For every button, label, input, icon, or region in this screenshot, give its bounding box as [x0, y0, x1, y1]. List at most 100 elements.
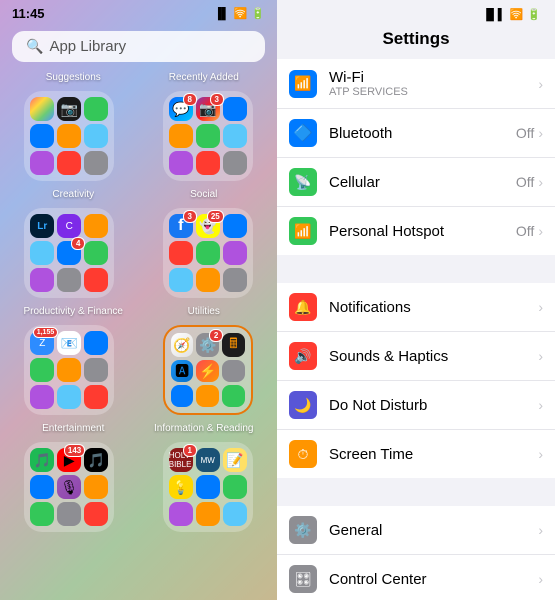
lightroom-icon[interactable]: Lr	[30, 214, 54, 238]
suggestions-folder[interactable]: 📷	[12, 91, 127, 181]
entertainment-grid: 🎵 ▶ 143 🎵 🎙	[24, 442, 114, 532]
fourth-folder-row: 🎵 ▶ 143 🎵 🎙 HOLY BIBLE 1 MW 📝 💡	[0, 442, 277, 532]
ent-app5[interactable]	[84, 502, 108, 526]
notifications-item[interactable]: 🔔 Notifications ›	[277, 283, 555, 332]
camera-icon[interactable]: 📷	[57, 97, 81, 121]
app1-icon[interactable]	[84, 97, 108, 121]
wifi-icon-bg: 📶	[289, 70, 317, 98]
app7-icon[interactable]	[84, 151, 108, 175]
sounds-item[interactable]: 🔊 Sounds & Haptics ›	[277, 332, 555, 381]
app5-icon[interactable]	[30, 151, 54, 175]
hotspot-item[interactable]: 📶 Personal Hotspot Off ›	[277, 207, 555, 255]
social-folder[interactable]: f 3 👻 25	[150, 208, 265, 298]
canva-icon[interactable]: C	[57, 214, 81, 238]
app-library-search[interactable]: 🔍 App Library	[12, 31, 265, 62]
ent-app4[interactable]	[57, 502, 81, 526]
recent-app2[interactable]	[169, 124, 193, 148]
info-app5[interactable]	[223, 502, 247, 526]
recent-app4[interactable]	[223, 124, 247, 148]
dnd-item[interactable]: 🌙 Do Not Disturb ›	[277, 381, 555, 430]
social-app3[interactable]	[196, 241, 220, 265]
prod-app7[interactable]	[84, 385, 108, 409]
ent-app1[interactable]	[30, 475, 54, 499]
youtube-icon[interactable]: ▶ 143	[57, 448, 81, 472]
info-app3[interactable]	[169, 502, 193, 526]
recently-added-folder[interactable]: 💬 8 📷 3	[150, 91, 265, 181]
social-app6[interactable]	[196, 268, 220, 292]
app2-icon[interactable]	[30, 124, 54, 148]
utilities-folder[interactable]: 🧭 ⚙️ 2 🖩 🅰 ⚡	[150, 325, 265, 415]
ent-app3[interactable]	[30, 502, 54, 526]
prod-app2[interactable]	[30, 358, 54, 382]
prod-app1[interactable]	[84, 331, 108, 355]
creative-app7[interactable]	[84, 268, 108, 292]
info-app4[interactable]	[196, 502, 220, 526]
prod-app3[interactable]	[57, 358, 81, 382]
ent-app2[interactable]	[84, 475, 108, 499]
creative-app4[interactable]	[84, 241, 108, 265]
third-folder-row: Z 1,155 📧 🧭 ⚙️ 2 🖩 🅰 ⚡	[0, 325, 277, 415]
spotify-icon[interactable]: 🎵	[30, 448, 54, 472]
search-icon: 🔍	[26, 38, 43, 55]
appstore-icon[interactable]: 🅰	[171, 360, 194, 382]
social-app4[interactable]	[223, 241, 247, 265]
creative-app3[interactable]: 4	[57, 241, 81, 265]
zoom-icon[interactable]: Z 1,155	[30, 331, 54, 355]
lamp-icon[interactable]: 💡	[169, 475, 193, 499]
messenger-icon[interactable]: 💬 8	[169, 97, 193, 121]
creative-app5[interactable]	[30, 268, 54, 292]
util-app4[interactable]	[222, 385, 245, 407]
bluetooth-item[interactable]: 🔷 Bluetooth Off ›	[277, 109, 555, 158]
social-app1[interactable]	[223, 214, 247, 238]
creative-app6[interactable]	[57, 268, 81, 292]
snap-badge: 25	[207, 210, 224, 223]
wifi-label: Wi-Fi	[329, 69, 538, 86]
prod-app6[interactable]	[57, 385, 81, 409]
gmail-icon[interactable]: 📧	[57, 331, 81, 355]
photos-icon[interactable]	[30, 97, 54, 121]
safari-icon[interactable]: 🧭	[171, 333, 194, 357]
util-app1[interactable]	[222, 360, 245, 382]
cellular-item[interactable]: 📡 Cellular Off ›	[277, 158, 555, 207]
wifi-item[interactable]: 📶 Wi-Fi ATP SERVICES ›	[277, 59, 555, 109]
calculator-icon[interactable]: 🖩	[222, 333, 245, 357]
info-app1[interactable]	[196, 475, 220, 499]
settings-app-icon[interactable]: ⚙️ 2	[196, 333, 219, 357]
notes-icon[interactable]: 📝	[223, 448, 247, 472]
info-reading-folder[interactable]: HOLY BIBLE 1 MW 📝 💡	[150, 442, 265, 532]
merriam-icon[interactable]: MW	[196, 448, 220, 472]
prod-app5[interactable]	[30, 385, 54, 409]
snapchat-icon[interactable]: 👻 25	[196, 214, 220, 238]
tiktok-icon[interactable]: 🎵	[84, 448, 108, 472]
info-app2[interactable]	[223, 475, 247, 499]
creativity-folder[interactable]: Lr C 4	[12, 208, 127, 298]
util-app2[interactable]	[171, 385, 194, 407]
creative-app2[interactable]	[30, 241, 54, 265]
app4-icon[interactable]	[84, 124, 108, 148]
util-app3[interactable]	[196, 385, 219, 407]
app6-icon[interactable]	[57, 151, 81, 175]
facebook-icon[interactable]: f 3	[169, 214, 193, 238]
screentime-item[interactable]: ⏱ Screen Time ›	[277, 430, 555, 478]
control-center-item[interactable]: 🎛 Control Center ›	[277, 555, 555, 600]
bible-icon[interactable]: HOLY BIBLE 1	[169, 448, 193, 472]
shortcuts-icon[interactable]: ⚡	[196, 360, 219, 382]
podcasts-icon[interactable]: 🎙	[57, 475, 81, 499]
instagram-icon[interactable]: 📷 3	[196, 97, 220, 121]
social-app2[interactable]	[169, 241, 193, 265]
social-app5[interactable]	[169, 268, 193, 292]
recently-added-label: Recently Added	[146, 72, 261, 83]
recent-app6[interactable]	[196, 151, 220, 175]
recent-app7[interactable]	[223, 151, 247, 175]
entertainment-folder[interactable]: 🎵 ▶ 143 🎵 🎙	[12, 442, 127, 532]
productivity-folder[interactable]: Z 1,155 📧	[12, 325, 127, 415]
social-app7[interactable]	[223, 268, 247, 292]
creative-app1[interactable]	[84, 214, 108, 238]
prod-app4[interactable]	[84, 358, 108, 382]
recent-app5[interactable]	[169, 151, 193, 175]
top-folder-row: 📷 💬 8 📷 3	[0, 91, 277, 181]
app3-icon[interactable]	[57, 124, 81, 148]
recent-app1[interactable]	[223, 97, 247, 121]
general-item[interactable]: ⚙️ General ›	[277, 506, 555, 555]
recent-app3[interactable]	[196, 124, 220, 148]
